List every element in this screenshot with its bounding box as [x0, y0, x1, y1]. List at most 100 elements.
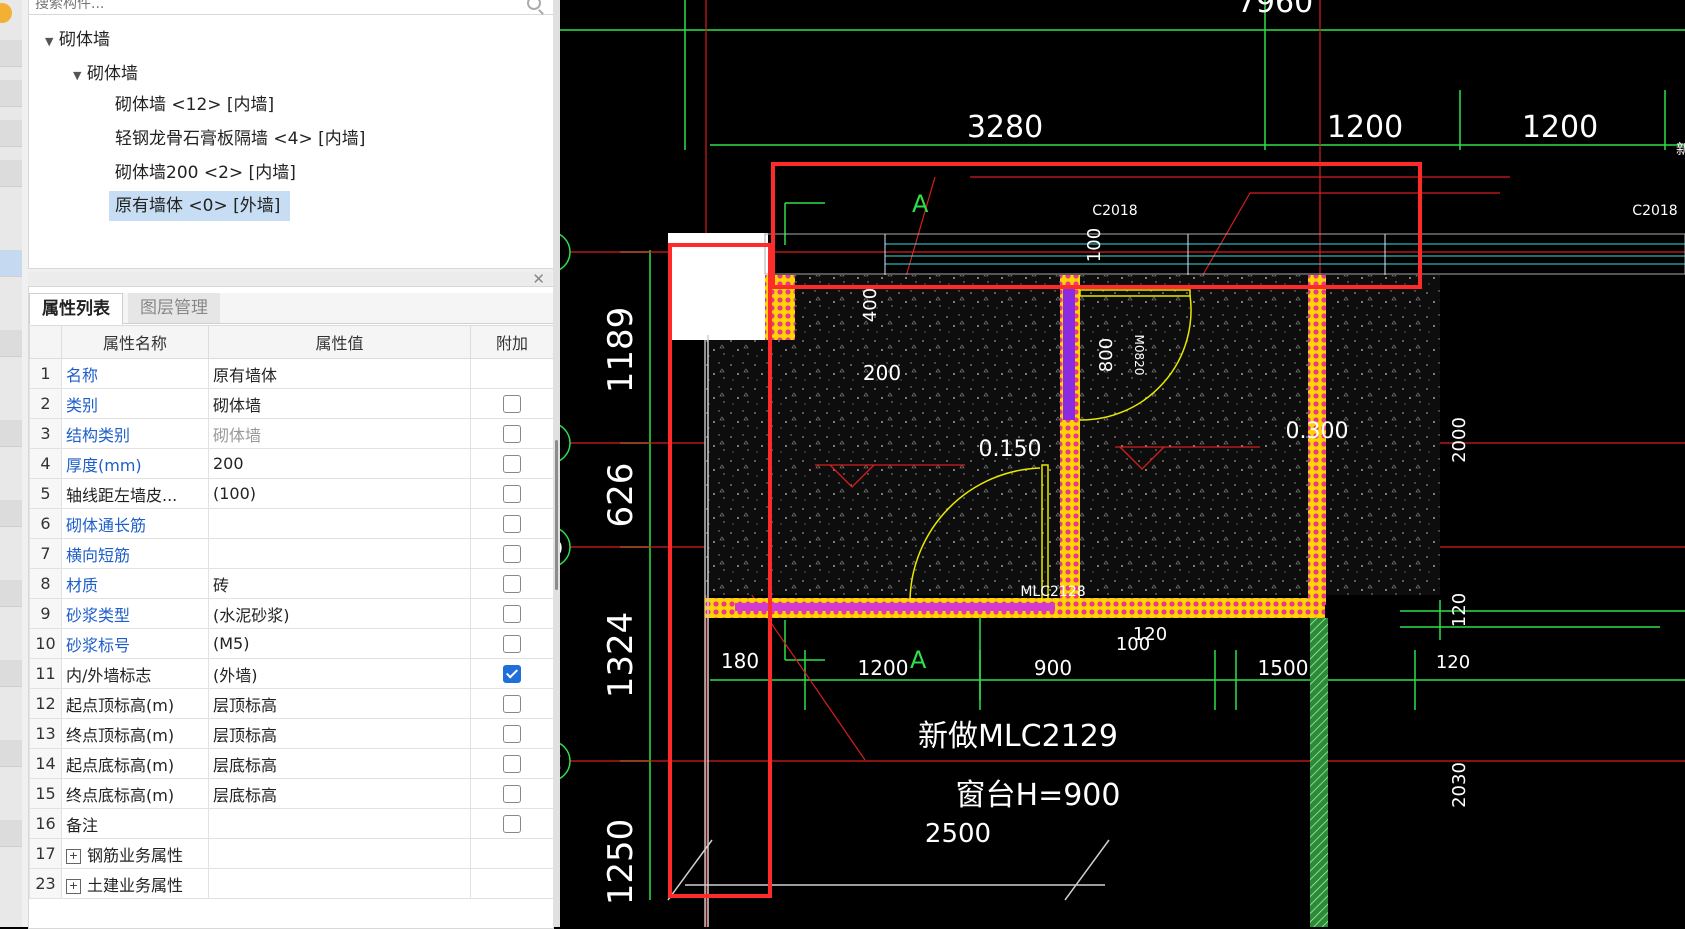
dimension-label: 900 [1034, 656, 1072, 680]
strip-button[interactable] [0, 40, 22, 67]
table-row[interactable]: 2 类别 砌体墙 [29, 388, 554, 419]
append-checkbox[interactable] [503, 485, 521, 504]
table-row[interactable]: 8 材质 砖 [29, 568, 554, 599]
property-value[interactable]: 砖 [208, 568, 471, 599]
expand-plus-icon[interactable]: + [66, 878, 81, 894]
table-row[interactable]: 14 起点底标高(m) 层底标高 [29, 748, 554, 779]
append-checkbox[interactable] [503, 545, 521, 564]
append-checkbox[interactable] [503, 725, 521, 744]
property-value[interactable]: (100) [208, 478, 471, 509]
search-input[interactable] [33, 0, 517, 15]
append-checkbox[interactable] [503, 455, 521, 474]
table-row[interactable]: 10 砂浆标号 (M5) [29, 628, 554, 659]
property-name-text: 横向短筋 [66, 545, 131, 565]
property-value[interactable] [208, 868, 471, 899]
property-value[interactable]: 原有墙体 [208, 358, 471, 389]
property-name: 名称 [61, 358, 209, 389]
strip-button[interactable] [0, 420, 22, 447]
append-checkbox[interactable] [503, 695, 521, 714]
property-value[interactable]: (M5) [208, 628, 471, 659]
property-value[interactable]: (水泥砂浆) [208, 598, 471, 629]
tab-property-list[interactable]: 属性列表 [29, 293, 123, 325]
property-name: 起点底标高(m) [61, 748, 209, 779]
table-row[interactable]: 7 横向短筋 [29, 538, 554, 569]
strip-button[interactable] [0, 80, 22, 107]
tree-node-group[interactable]: ▼ 砌体墙 [73, 59, 138, 89]
property-name: + 钢筋业务属性 [61, 838, 209, 869]
property-value[interactable]: 层底标高 [208, 748, 471, 779]
panel-splitter[interactable] [553, 0, 560, 927]
property-value[interactable] [208, 808, 471, 839]
property-name: 备注 [61, 808, 209, 839]
expand-plus-icon[interactable]: + [66, 848, 81, 864]
table-row[interactable]: 4 厚度(mm) 200 [29, 448, 554, 479]
table-row[interactable]: 1 名称 原有墙体 [29, 358, 554, 389]
dimension-label: 1189 [601, 307, 641, 394]
strip-button[interactable] [0, 330, 22, 357]
append-checkbox-checked[interactable] [503, 665, 521, 684]
search-box [29, 0, 553, 15]
table-row[interactable]: 12 起点顶标高(m) 层顶标高 [29, 688, 554, 719]
property-value[interactable]: 层顶标高 [208, 718, 471, 749]
strip-button[interactable] [0, 660, 22, 687]
notification-badge[interactable] [0, 3, 12, 23]
tree-item-selected[interactable]: 原有墙体 <0> [外墙] [109, 191, 291, 221]
strip-button[interactable] [0, 740, 22, 767]
tree-item[interactable]: 砌体墙200 <2> [内墙] [109, 158, 296, 188]
property-value[interactable]: 层底标高 [208, 778, 471, 809]
property-value[interactable] [208, 538, 471, 569]
left-tool-strip [0, 0, 23, 927]
cad-drawing-canvas[interactable]: 7960328012001200新做不锈钢栏杆新做铝合金门C2018C2018A… [560, 0, 1685, 927]
collapse-arrow-icon[interactable]: ▼ [45, 27, 59, 57]
header-property-name: 属性名称 [61, 325, 209, 359]
dimension-label: 2000 [1449, 417, 1470, 463]
strip-button[interactable] [0, 120, 22, 147]
strip-button[interactable] [0, 160, 22, 187]
property-value[interactable]: 层顶标高 [208, 688, 471, 719]
splitter-grip[interactable] [555, 440, 558, 590]
table-row[interactable]: 5 轴线距左墙皮... (100) [29, 478, 554, 509]
tab-layer-management[interactable]: 图层管理 [128, 293, 220, 323]
table-row[interactable]: 9 砂浆类型 (水泥砂浆) [29, 598, 554, 629]
append-checkbox[interactable] [503, 605, 521, 624]
append-checkbox[interactable] [503, 515, 521, 534]
append-checkbox[interactable] [503, 635, 521, 654]
append-checkbox[interactable] [503, 575, 521, 594]
property-value[interactable]: 砌体墙 [208, 418, 471, 449]
annotation-note: 新做MLC2129 [918, 719, 1118, 754]
tree-node-root[interactable]: ▼ 砌体墙 [45, 25, 110, 55]
property-value[interactable]: (外墙) [208, 658, 471, 689]
property-name-text: 起点底标高(m) [66, 755, 175, 775]
table-row[interactable]: 6 砌体通长筋 [29, 508, 554, 539]
append-checkbox[interactable] [503, 815, 521, 834]
table-row[interactable]: 13 终点顶标高(m) 层顶标高 [29, 718, 554, 749]
table-row[interactable]: 11 内/外墙标志 (外墙) [29, 658, 554, 689]
property-name: 类别 [61, 388, 209, 419]
table-row[interactable]: 3 结构类别 砌体墙 [29, 418, 554, 449]
property-value[interactable] [208, 508, 471, 539]
row-number: 16 [29, 808, 62, 839]
property-value[interactable] [208, 838, 471, 869]
table-row[interactable]: 16 备注 [29, 808, 554, 839]
append-checkbox[interactable] [503, 785, 521, 804]
strip-button[interactable] [0, 500, 22, 527]
window-tag: C2018 [1092, 203, 1137, 219]
table-row[interactable]: 15 终点底标高(m) 层底标高 [29, 778, 554, 809]
row-number: 12 [29, 688, 62, 719]
tree-item[interactable]: 轻钢龙骨石膏板隔墙 <4> [内墙] [109, 124, 365, 154]
search-icon[interactable] [527, 0, 541, 10]
property-append [470, 598, 554, 629]
collapse-arrow-icon[interactable]: ▼ [73, 61, 87, 91]
strip-button[interactable] [0, 580, 22, 607]
tree-item[interactable]: 砌体墙 <12> [内墙] [109, 90, 274, 120]
append-checkbox[interactable] [503, 395, 521, 414]
table-row[interactable]: 17 + 钢筋业务属性 [29, 838, 554, 869]
property-value[interactable]: 砌体墙 [208, 388, 471, 419]
property-value[interactable]: 200 [208, 448, 471, 479]
strip-button[interactable] [0, 820, 22, 847]
table-row[interactable]: 23 + 土建业务属性 [29, 868, 554, 899]
append-checkbox[interactable] [503, 425, 521, 444]
floor-plan-drawing[interactable]: 7960328012001200新做不锈钢栏杆新做铝合金门C2018C2018A… [560, 0, 1685, 927]
append-checkbox[interactable] [503, 755, 521, 774]
strip-button-active[interactable] [0, 250, 22, 277]
